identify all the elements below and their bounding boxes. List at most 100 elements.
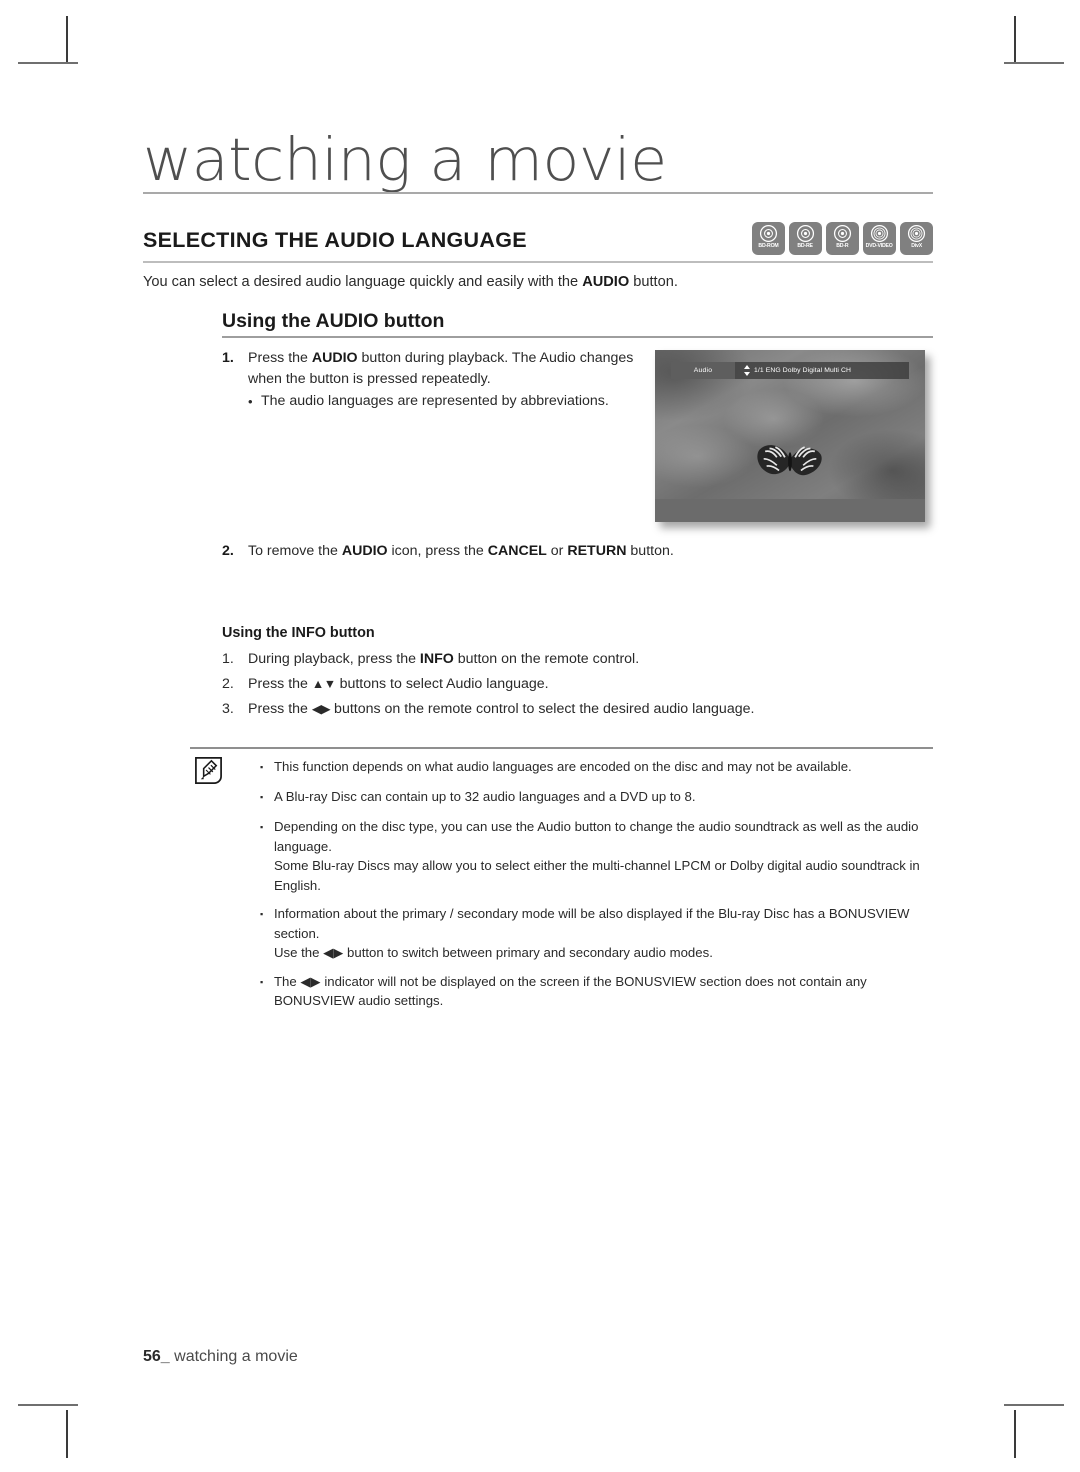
audio-button-subsection-divider — [222, 336, 933, 338]
crop-mark-top-left-horizontal — [18, 62, 78, 64]
step2-cancel-bold: CANCEL — [487, 543, 547, 559]
step-text: To remove the AUDIO icon, press the CANC… — [248, 541, 822, 562]
note-item: ▪ Information about the primary / second… — [260, 904, 933, 963]
step-text: Press the ◀▶ buttons on the remote contr… — [248, 699, 933, 720]
disc-icon — [796, 224, 815, 243]
disc-badge-bd-r: BD-R — [826, 222, 859, 255]
note-text: This function depends on what audio lang… — [274, 759, 852, 774]
title-divider — [143, 192, 933, 194]
disc-badge-label: BD-R — [836, 243, 849, 249]
note-bullet-icon: ▪ — [260, 976, 264, 987]
osd-audio-value: 1/1 ENG Dolby Digital Multi CH — [754, 367, 852, 374]
step-number: 1. — [222, 651, 234, 667]
step-item: 1. During playback, press the INFO butto… — [222, 649, 933, 670]
audio-button-subsection-heading: Using the AUDIO button — [222, 310, 445, 332]
info-step3-text-b: buttons on the remote control to select … — [330, 701, 755, 717]
step1-text-a: Press the — [248, 350, 312, 366]
footer-label: watching a movie — [169, 1348, 298, 1365]
page-footer: 56_ watching a movie — [143, 1348, 298, 1366]
crop-mark-bottom-right-horizontal — [1004, 1404, 1064, 1406]
info-button-steps: 1. During playback, press the INFO butto… — [222, 649, 933, 724]
updown-arrow-icon: ▲▼ — [311, 677, 336, 691]
step-text: During playback, press the INFO button o… — [248, 649, 933, 670]
manual-page: watching a movie SELECTING THE AUDIO LAN… — [143, 0, 933, 1472]
step2-audio-bold: AUDIO — [341, 543, 388, 559]
disc-badge-dvd-video: DVD-VIDEO — [863, 222, 896, 255]
chapter-title: watching a movie — [143, 125, 667, 194]
osd-audio-bar: Audio 1/1 ENG Dolby Digital Multi CH — [671, 362, 909, 379]
step-item: 3. Press the ◀▶ buttons on the remote co… — [222, 699, 933, 720]
note-bullet-icon: ▪ — [260, 792, 264, 802]
info-step1-text-a: During playback, press the — [248, 651, 420, 667]
disc-badge-bd-re: BD-RE — [789, 222, 822, 255]
audio-button-steps: 1. Press the AUDIO button during playbac… — [222, 348, 652, 412]
info-step2-text-b: buttons to select Audio language. — [335, 676, 549, 692]
step2-return-bold: RETURN — [567, 543, 627, 559]
osd-updown-arrow-icon — [744, 365, 750, 376]
crop-mark-top-right-vertical — [1014, 16, 1016, 64]
note-item: ▪ A Blu-ray Disc can contain up to 32 au… — [260, 787, 933, 808]
step-number: 3. — [222, 701, 234, 717]
butterfly-icon — [757, 444, 822, 476]
info-step3-text-a: Press the — [248, 701, 312, 717]
note-text: The ◀▶ indicator will not be displayed o… — [274, 973, 867, 1009]
crop-mark-bottom-left-vertical — [66, 1410, 68, 1458]
crop-mark-top-right-horizontal — [1004, 62, 1064, 64]
disc-badge-label: BD-RE — [797, 243, 814, 249]
step2-text-c: or — [546, 543, 568, 559]
notes-list: ▪ This function depends on what audio la… — [260, 757, 933, 1020]
leftright-arrow-icon: ◀▶ — [311, 702, 331, 716]
step2-text-b: icon, press the — [387, 543, 488, 559]
disc-compatibility-badges: BD-ROM BD-RE BD-R DVD-VIDEO DivX — [752, 222, 933, 255]
step2-text-a: To remove the — [248, 543, 342, 559]
step-text: Press the AUDIO button during playback. … — [248, 348, 652, 390]
note-divider — [190, 747, 933, 749]
step-number: 2. — [222, 676, 234, 692]
section-intro-text: You can select a desired audio language … — [143, 271, 933, 293]
intro-audio-bold: AUDIO — [582, 274, 630, 290]
page-number: 56_ — [143, 1348, 170, 1365]
crop-mark-bottom-left-horizontal — [18, 1404, 78, 1406]
step1-sub-bullet: • The audio languages are represented by… — [248, 391, 652, 412]
disc-badge-bd-rom: BD-ROM — [752, 222, 785, 255]
osd-audio-label: Audio — [671, 362, 735, 379]
note-bullet-icon: ▪ — [260, 762, 264, 772]
updown-arrow-icon — [744, 365, 750, 376]
note-item: ▪ This function depends on what audio la… — [260, 757, 933, 778]
section-heading: SELECTING THE AUDIO LANGUAGE — [143, 228, 527, 252]
step1-audio-bold: AUDIO — [311, 350, 358, 366]
step-item: 2. To remove the AUDIO icon, press the C… — [222, 541, 822, 562]
section-divider — [143, 261, 933, 263]
note-text: Depending on the disc type, you can use … — [274, 819, 920, 893]
bullet-dot-icon: • — [248, 394, 253, 409]
note-item: ▪ The ◀▶ indicator will not be displayed… — [260, 972, 933, 1011]
step-number: 2. — [222, 543, 234, 559]
note-bullet-icon: ▪ — [260, 909, 264, 919]
info-step2-text-a: Press the — [248, 676, 312, 692]
note-text: Information about the primary / secondar… — [274, 906, 910, 960]
step-text: Press the ▲▼ buttons to select Audio lan… — [248, 674, 933, 695]
step-number: 1. — [222, 350, 234, 366]
divx-disc-icon — [907, 224, 926, 243]
disc-badge-label: DVD-VIDEO — [865, 243, 894, 249]
info-button-subsection-heading: Using the INFO button — [222, 625, 375, 641]
info-step1-text-b: button on the remote control. — [453, 651, 640, 667]
tv-screenshot: Audio 1/1 ENG Dolby Digital Multi CH — [655, 350, 925, 522]
divx-disc-icon — [870, 224, 889, 243]
disc-badge-divx: DivX — [900, 222, 933, 255]
disc-icon — [833, 224, 852, 243]
step-item: 2. Press the ▲▼ buttons to select Audio … — [222, 674, 933, 695]
note-item: ▪ Depending on the disc type, you can us… — [260, 817, 933, 895]
disc-badge-label: DivX — [911, 243, 922, 249]
step1-bullet-text: The audio languages are represented by a… — [261, 393, 609, 409]
intro-prefix: You can select a desired audio language … — [143, 274, 583, 290]
note-text: A Blu-ray Disc can contain up to 32 audi… — [274, 789, 696, 804]
intro-suffix: button. — [629, 274, 678, 290]
crop-mark-bottom-right-vertical — [1014, 1410, 1016, 1458]
note-bullet-icon: ▪ — [260, 822, 264, 832]
disc-badge-label: BD-ROM — [758, 243, 779, 249]
crop-mark-top-left-vertical — [66, 16, 68, 64]
step2-text-d: button. — [626, 543, 674, 559]
disc-icon — [759, 224, 778, 243]
info-step1-info-bold: INFO — [419, 651, 454, 667]
